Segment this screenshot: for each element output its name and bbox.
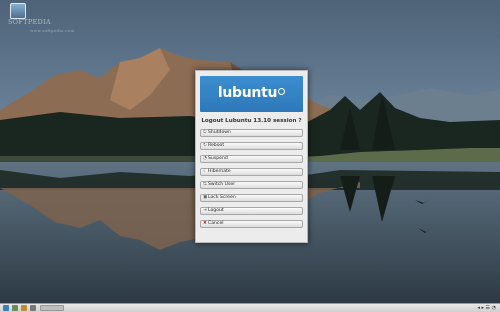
lock-screen-label: Lock Screen [208,195,236,200]
lubuntu-logo: lubuntu [200,85,303,101]
hibernate-button[interactable]: ☾Hibernate [200,168,303,176]
switch-user-button[interactable]: ⇆Switch User [200,181,303,189]
suspend-label: Suspend [208,156,228,161]
file-manager-icon[interactable] [12,305,18,311]
watermark: SOFTPEDIA www.softpedia.com [8,18,75,34]
lubuntu-logo-text: lubuntu [217,85,278,101]
logout-label: Logout [208,208,224,213]
show-desktop-icon[interactable] [30,305,36,311]
menu-icon[interactable] [3,305,9,311]
shutdown-label: Shutdown [208,130,231,135]
lubuntu-mark-icon [278,88,286,95]
browser-icon[interactable] [21,305,27,311]
trash-icon [10,3,26,19]
watermark-subtext: www.softpedia.com [30,28,75,33]
switch-user-label: Switch User [208,182,236,187]
cancel-button[interactable]: ✖Cancel [200,220,303,228]
system-tray[interactable]: ◂ ▸ ☰ ◔ [477,305,496,311]
reboot-button[interactable]: ↻Reboot [200,142,303,150]
cancel-label: Cancel [208,221,224,226]
logout-dialog: lubuntu Logout Lubuntu 13.10 session ? ⏻… [195,70,308,243]
shutdown-button[interactable]: ⏻Shutdown [200,129,303,137]
dialog-title: Logout Lubuntu 13.10 session ? [201,118,302,124]
hibernate-label: Hibernate [208,169,231,174]
desktop-trash-icon[interactable] [8,3,28,19]
workspace-switcher[interactable] [40,305,64,311]
lock-screen-button[interactable]: ▣Lock Screen [200,194,303,202]
suspend-button[interactable]: ◔Suspend [200,155,303,163]
logout-button[interactable]: ⇥Logout [200,207,303,215]
reboot-label: Reboot [208,143,225,148]
watermark-text: SOFTPEDIA [8,18,51,26]
lubuntu-banner: lubuntu [200,76,303,112]
taskbar: ◂ ▸ ☰ ◔ [0,303,500,312]
